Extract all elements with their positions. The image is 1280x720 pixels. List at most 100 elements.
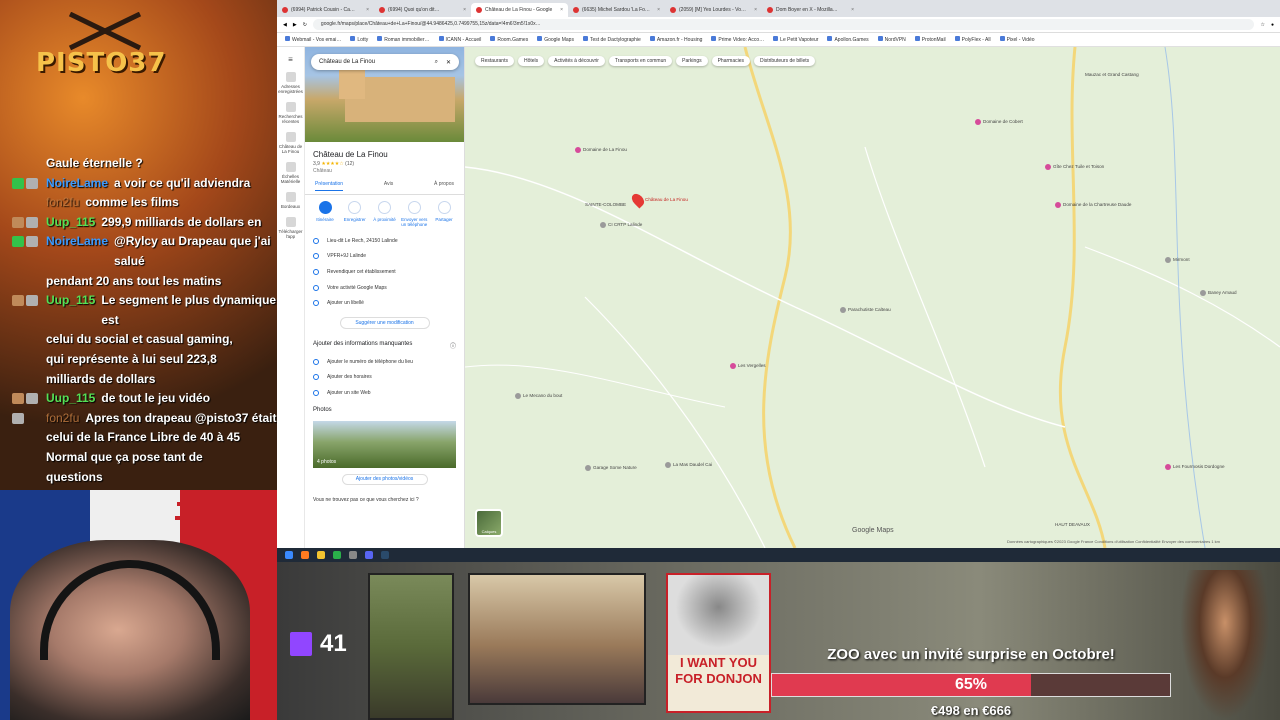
start-icon[interactable] bbox=[285, 551, 293, 559]
tab-close-icon[interactable]: × bbox=[657, 7, 660, 13]
reload-icon[interactable]: ↻ bbox=[303, 22, 307, 28]
map-label[interactable]: Les Vergelles bbox=[730, 363, 766, 369]
explorer-icon[interactable] bbox=[317, 551, 325, 559]
bookmark-item[interactable]: NordVPN bbox=[877, 36, 906, 43]
map-label[interactable]: HAUT DEAVAUX bbox=[1055, 522, 1090, 527]
chat-username[interactable]: fon2fu bbox=[46, 409, 79, 429]
bookmark-item[interactable]: Apollon.Games bbox=[827, 36, 869, 43]
bookmark-item[interactable]: Prime Video: Acco… bbox=[711, 36, 764, 43]
map-label[interactable]: Garage Some Nature bbox=[585, 465, 637, 471]
category-chip[interactable]: Distributeurs de billets bbox=[754, 56, 816, 66]
chat-username[interactable]: Uup_115 bbox=[46, 389, 95, 409]
info-line[interactable]: Ajouter un libellé bbox=[313, 295, 456, 311]
tab-close-icon[interactable]: × bbox=[560, 7, 563, 13]
map-label[interactable]: Château de La Finou bbox=[629, 191, 688, 209]
back-icon[interactable]: ◀ bbox=[283, 22, 287, 28]
missing-line[interactable]: Ajouter un site Web bbox=[313, 385, 456, 401]
category-chip[interactable]: Restaurants bbox=[475, 56, 514, 66]
browser-tab[interactable]: (2059) [M] Yes Lourdes - Vo… × bbox=[665, 3, 762, 17]
chat-username[interactable]: Uup_115 bbox=[46, 213, 95, 233]
map-label[interactable]: Les Fourmosis Dordogne bbox=[1165, 464, 1225, 470]
map-label[interactable]: La Mas Daudel Cai bbox=[665, 462, 712, 468]
bookmark-item[interactable]: ICANN - Accueil bbox=[438, 36, 481, 43]
missing-line[interactable]: Ajouter le numéro de téléphone du lieu bbox=[313, 354, 456, 370]
chat-username[interactable]: Uup_115 bbox=[46, 291, 95, 311]
map-label[interactable]: Baney Amaud bbox=[1200, 290, 1237, 296]
bookmark-item[interactable]: Le Petit Vapoteur bbox=[773, 36, 818, 43]
info-line[interactable]: VPFR+9J Lalinde bbox=[313, 249, 456, 265]
bookmark-item[interactable]: Pixel - Vidéo bbox=[999, 36, 1035, 43]
place-tab[interactable]: Avis bbox=[384, 181, 393, 191]
place-hero-photo[interactable]: Château de La Finou ⌕ ✕ bbox=[305, 47, 464, 142]
map-canvas[interactable]: Restaurants Hôtels Activités à découvrir Tr… bbox=[465, 47, 1280, 548]
info-line[interactable]: Votre activité Google Maps bbox=[313, 280, 456, 296]
tab-close-icon[interactable]: × bbox=[754, 7, 757, 13]
chat-username[interactable]: NoireLame bbox=[46, 232, 108, 252]
rail-item[interactable]: Adresses enregistrées bbox=[277, 72, 304, 94]
suggest-edit-button[interactable]: Suggérer une modification bbox=[339, 316, 430, 329]
map-label[interactable]: CI CRTP Lalinde bbox=[600, 222, 642, 228]
chat-username[interactable]: fon2fu bbox=[46, 193, 79, 213]
map-label[interactable]: Domaine de La Finou bbox=[575, 147, 627, 153]
missing-line[interactable]: Ajouter des horaires bbox=[313, 370, 456, 386]
map-label[interactable]: Domaine de la Chartreuse Daude bbox=[1055, 202, 1131, 208]
browser-tab[interactable]: Château de La Finou - Google × bbox=[471, 3, 568, 17]
add-photos-button[interactable]: Ajouter des photos/vidéos bbox=[341, 473, 428, 485]
place-tab[interactable]: À propos bbox=[434, 181, 454, 191]
rail-item[interactable]: Échelles Matérielle bbox=[277, 162, 304, 184]
bookmark-item[interactable]: Lotty bbox=[350, 36, 368, 43]
category-chip[interactable]: Activités à découvrir bbox=[548, 56, 605, 66]
action-button[interactable]: Enregistrer bbox=[341, 201, 369, 227]
action-button[interactable]: Partager bbox=[430, 201, 458, 227]
bookmark-item[interactable]: Webmail - Vos emai… bbox=[285, 36, 341, 43]
map-label[interactable]: Domaine de Cobert bbox=[975, 119, 1023, 125]
obs-icon[interactable] bbox=[349, 551, 357, 559]
action-button[interactable]: Itinéraire bbox=[311, 201, 339, 227]
rail-item[interactable]: Télécharger l'app bbox=[277, 217, 304, 239]
forward-icon[interactable]: ▶ bbox=[293, 22, 297, 28]
search-icon[interactable]: ⌕ bbox=[435, 59, 438, 66]
map-label[interactable]: Gîte Chez Tuile et Toison bbox=[1045, 164, 1104, 170]
bookmark-star-icon[interactable]: ☆ bbox=[1260, 22, 1264, 28]
discord-icon[interactable] bbox=[365, 551, 373, 559]
map-label[interactable]: Mauzac et Grand Castang bbox=[1085, 72, 1139, 77]
browser-tab[interactable]: (6994) Patrick Cousin - Ca… × bbox=[277, 3, 374, 17]
firefox-icon[interactable] bbox=[301, 551, 309, 559]
category-chip[interactable]: Parkings bbox=[676, 56, 708, 66]
chat-username[interactable]: NoireLame bbox=[46, 174, 108, 194]
close-icon[interactable]: ✕ bbox=[446, 59, 451, 66]
bookmark-item[interactable]: PolyFlex - All bbox=[954, 36, 991, 43]
bookmark-item[interactable]: Amazon.fr - Housing bbox=[649, 36, 702, 43]
tab-close-icon[interactable]: × bbox=[851, 7, 854, 13]
info-line[interactable]: Revendiquer cet établissement bbox=[313, 264, 456, 280]
photo-thumbnail[interactable]: 4 photos bbox=[313, 420, 456, 468]
tab-close-icon[interactable]: × bbox=[366, 7, 369, 13]
search-input[interactable]: Château de La Finou ⌕ ✕ bbox=[311, 54, 459, 70]
place-tab[interactable]: Présentation bbox=[315, 181, 344, 191]
menu-icon[interactable]: ≡ bbox=[277, 55, 304, 64]
category-chip[interactable]: Pharmacies bbox=[711, 56, 750, 66]
layers-button[interactable]: Calques bbox=[475, 509, 503, 537]
browser-tab[interactable]: Dom Boyer en X - Mozilla… × bbox=[762, 3, 859, 17]
map-label[interactable]: Le Mecano du bout bbox=[515, 393, 562, 399]
bookmark-item[interactable]: Test de Dactylographie bbox=[582, 36, 641, 43]
bookmark-item[interactable]: Room.Games bbox=[490, 36, 528, 43]
browser-tab[interactable]: (6994) Quoi qu'on dit… × bbox=[374, 3, 471, 17]
category-chip[interactable]: Transports en commun bbox=[608, 56, 673, 66]
bookmark-item[interactable]: ProtonMail bbox=[914, 36, 946, 43]
profile-icon[interactable]: ● bbox=[1271, 22, 1274, 28]
bookmark-item[interactable]: Roman immobilier… bbox=[377, 36, 430, 43]
map-label[interactable]: Mirmont bbox=[1165, 257, 1190, 263]
action-button[interactable]: Envoyer vers un téléphone bbox=[400, 201, 428, 227]
rail-item[interactable]: Bordeaux bbox=[277, 192, 304, 209]
category-chip[interactable]: Hôtels bbox=[517, 56, 545, 66]
tab-close-icon[interactable]: × bbox=[463, 7, 466, 13]
browser-tab[interactable]: (6635) Michel Sardou 'La Fo… × bbox=[568, 3, 665, 17]
map-label[interactable]: Parachutiste Calteau bbox=[840, 307, 891, 313]
rail-item[interactable]: Château de La Finou bbox=[277, 132, 304, 154]
rail-item[interactable]: Recherches récentes bbox=[277, 102, 304, 124]
action-button[interactable]: À proximité bbox=[371, 201, 399, 227]
map-label[interactable]: SAINTE-COLOMBE bbox=[585, 202, 626, 207]
url-field[interactable]: google.fr/maps/place/Château+de+La+Finou… bbox=[312, 19, 1255, 30]
steam-icon[interactable] bbox=[381, 551, 389, 559]
